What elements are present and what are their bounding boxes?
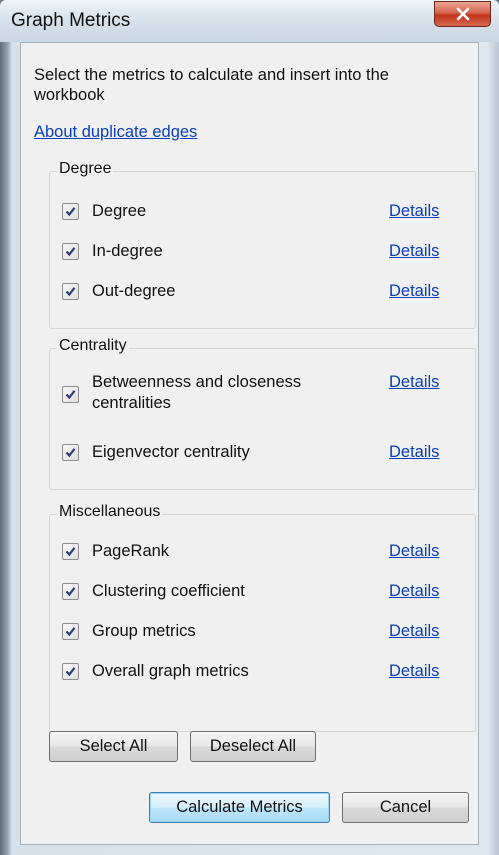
- metric-label-in-degree: In-degree: [92, 242, 163, 260]
- checkbox-clustering-coefficient[interactable]: [62, 583, 79, 600]
- metric-row-pagerank: PageRank Details: [62, 541, 467, 563]
- checkmark-icon: [65, 667, 76, 677]
- window-title: Graph Metrics: [11, 10, 131, 31]
- close-button[interactable]: [434, 1, 491, 27]
- group-label-miscellaneous: Miscellaneous: [57, 503, 163, 521]
- checkbox-out-degree[interactable]: [62, 283, 79, 300]
- metric-label-out-degree: Out-degree: [92, 282, 176, 300]
- details-link-degree[interactable]: Details: [389, 201, 439, 222]
- metric-row-eigenvector: Eigenvector centrality Details: [62, 442, 467, 464]
- checkmark-icon: [65, 587, 76, 597]
- dialog-body: Select the metrics to calculate and inse…: [20, 42, 479, 845]
- metric-row-clustering-coefficient: Clustering coefficient Details: [62, 581, 467, 603]
- details-link-group-metrics[interactable]: Details: [389, 621, 439, 642]
- metric-label-eigenvector: Eigenvector centrality: [92, 443, 250, 461]
- details-link-pagerank[interactable]: Details: [389, 541, 439, 562]
- checkbox-in-degree[interactable]: [62, 243, 79, 260]
- metric-label-group-metrics: Group metrics: [92, 622, 196, 640]
- checkmark-icon: [65, 448, 76, 458]
- checkbox-betweenness-closeness[interactable]: [62, 386, 79, 403]
- about-duplicate-edges-link[interactable]: About duplicate edges: [34, 123, 197, 142]
- metric-label-degree: Degree: [92, 202, 147, 220]
- group-centrality: Centrality Betweenness and closeness cen…: [49, 337, 476, 490]
- checkmark-icon: [65, 247, 76, 257]
- group-label-centrality: Centrality: [57, 337, 129, 355]
- metric-row-overall-graph-metrics: Overall graph metrics Details: [62, 661, 467, 683]
- checkbox-degree[interactable]: [62, 203, 79, 220]
- checkbox-eigenvector[interactable]: [62, 444, 79, 461]
- checkbox-group-metrics[interactable]: [62, 623, 79, 640]
- metric-row-group-metrics: Group metrics Details: [62, 621, 467, 643]
- metric-row-out-degree: Out-degree Details: [62, 281, 467, 303]
- details-link-betweenness-closeness[interactable]: Details: [389, 372, 439, 393]
- select-all-button[interactable]: Select All: [49, 731, 178, 762]
- calculate-metrics-button[interactable]: Calculate Metrics: [149, 792, 330, 823]
- checkmark-icon: [65, 627, 76, 637]
- metric-label-pagerank: PageRank: [92, 542, 170, 560]
- group-degree: Degree Degree Details In-degree Details: [49, 160, 476, 329]
- metric-row-in-degree: In-degree Details: [62, 241, 467, 263]
- metric-label-betweenness-closeness: Betweenness and closeness centralities: [92, 373, 302, 412]
- checkmark-icon: [65, 207, 76, 217]
- checkmark-icon: [65, 547, 76, 557]
- group-miscellaneous: Miscellaneous PageRank Details Clusterin…: [49, 503, 476, 732]
- group-label-degree: Degree: [57, 160, 114, 178]
- deselect-all-button[interactable]: Deselect All: [190, 731, 316, 762]
- metric-label-overall-graph-metrics: Overall graph metrics: [92, 662, 249, 680]
- close-icon: [456, 7, 469, 21]
- checkbox-pagerank[interactable]: [62, 543, 79, 560]
- checkbox-overall-graph-metrics[interactable]: [62, 663, 79, 680]
- metric-label-clustering-coefficient: Clustering coefficient: [92, 582, 245, 600]
- metric-row-degree: Degree Details: [62, 201, 467, 223]
- checkmark-icon: [65, 390, 76, 400]
- details-link-eigenvector[interactable]: Details: [389, 442, 439, 463]
- checkmark-icon: [65, 287, 76, 297]
- details-link-clustering-coefficient[interactable]: Details: [389, 581, 439, 602]
- metric-row-betweenness-closeness: Betweenness and closeness centralities D…: [62, 372, 467, 416]
- instruction-text: Select the metrics to calculate and inse…: [34, 66, 389, 104]
- details-link-in-degree[interactable]: Details: [389, 241, 439, 262]
- graph-metrics-window: Graph Metrics Select the metrics to calc…: [0, 0, 499, 855]
- details-link-out-degree[interactable]: Details: [389, 281, 439, 302]
- cancel-button[interactable]: Cancel: [342, 792, 469, 823]
- title-bar[interactable]: Graph Metrics: [0, 0, 499, 42]
- details-link-overall-graph-metrics[interactable]: Details: [389, 661, 439, 682]
